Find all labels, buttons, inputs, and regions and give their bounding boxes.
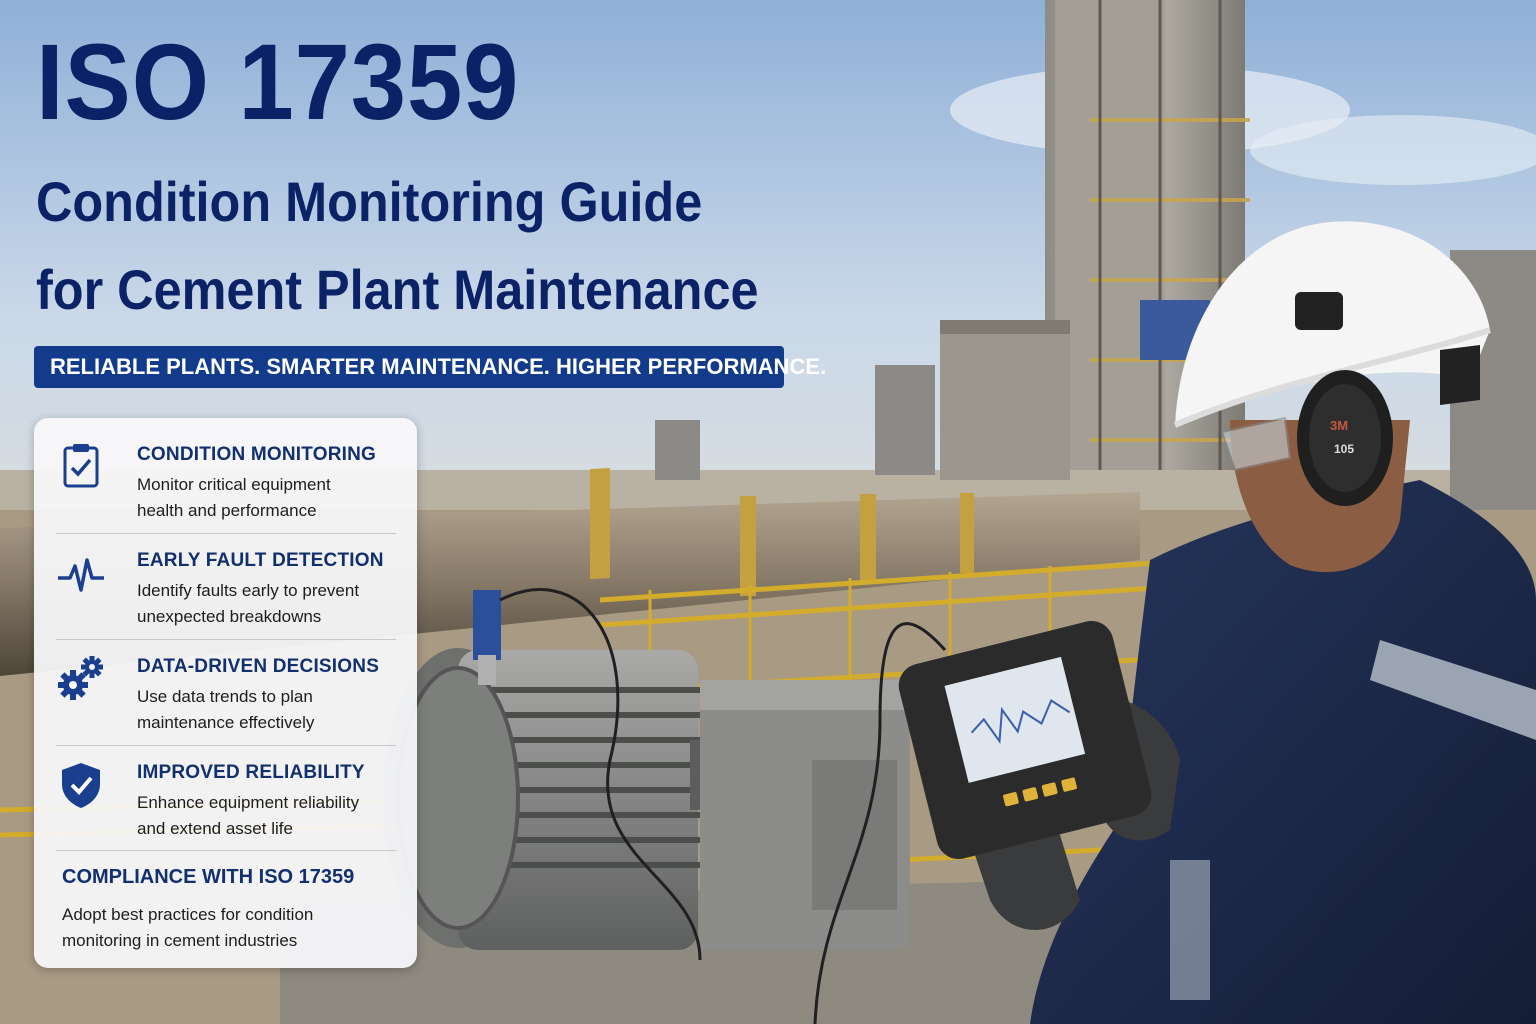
compliance-description: Adopt best practices for condition monit…: [62, 902, 392, 954]
compliance-description-line: monitoring in cement industries: [62, 931, 298, 950]
page-title: ISO 17359: [36, 21, 520, 142]
feature-title: EARLY FAULT DETECTION: [137, 550, 384, 571]
feature-description-line: maintenance effectively: [137, 713, 315, 732]
divider: [56, 639, 396, 640]
page-subtitle-line-2: for Cement Plant Maintenance: [36, 258, 759, 321]
feature-title: DATA-DRIVEN DECISIONS: [137, 656, 380, 677]
earmuff-brand-label: 3M: [1330, 418, 1349, 433]
feature-description-line: and extend asset life: [137, 819, 293, 838]
feature-description-line: Use data trends to plan: [137, 687, 313, 706]
feature-description: Use data trends to plan maintenance effe…: [137, 684, 407, 736]
page-subtitle-line-1: Condition Monitoring Guide: [36, 170, 703, 233]
feature-description: Identify faults early to prevent unexpec…: [137, 578, 407, 630]
feature-description-line: unexpected breakdowns: [137, 607, 322, 626]
heartbeat-pulse-icon: [58, 558, 104, 592]
tagline-text: RELIABLE PLANTS. SMARTER MAINTENANCE. HI…: [50, 354, 827, 379]
divider: [56, 745, 396, 746]
feature-title: CONDITION MONITORING: [137, 444, 377, 465]
compliance-description-line: Adopt best practices for condition: [62, 905, 314, 924]
divider: [56, 850, 396, 851]
feature-description-line: Identify faults early to prevent: [137, 581, 360, 600]
earmuff-rating-label: 105: [1334, 442, 1355, 456]
gears-icon: [58, 656, 103, 700]
clipboard-check-icon: [63, 444, 99, 488]
compliance-title: COMPLIANCE WITH ISO 17359: [62, 866, 355, 888]
feature-description-line: Monitor critical equipment: [137, 475, 331, 494]
feature-description-line: health and performance: [137, 501, 317, 520]
feature-description: Monitor critical equipment health and pe…: [137, 472, 407, 524]
tagline-banner: RELIABLE PLANTS. SMARTER MAINTENANCE. HI…: [34, 346, 826, 388]
feature-description: Enhance equipment reliability and extend…: [137, 790, 407, 842]
divider: [56, 533, 396, 534]
features-card: CONDITION MONITORING Monitor critical eq…: [34, 418, 417, 968]
feature-title: IMPROVED RELIABILITY: [137, 762, 365, 783]
shield-check-icon: [62, 763, 100, 808]
feature-description-line: Enhance equipment reliability: [137, 793, 360, 812]
